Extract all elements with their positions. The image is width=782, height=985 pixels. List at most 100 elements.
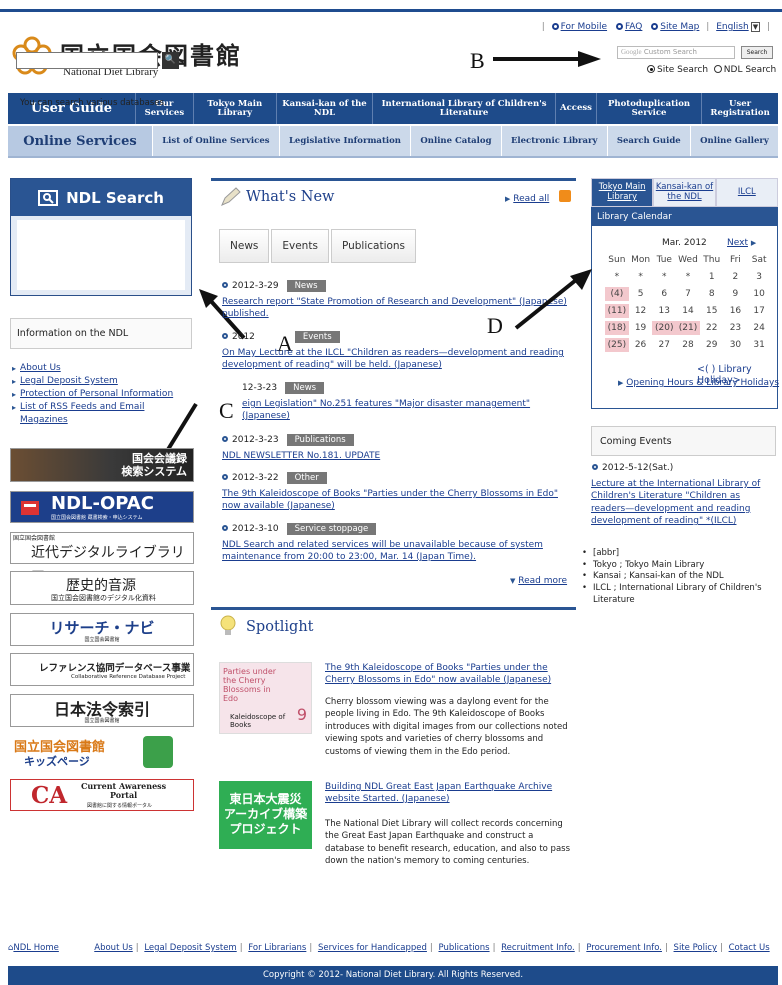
nav-search-guide[interactable]: Search Guide (608, 126, 691, 156)
read-all-link[interactable]: ▶ Read all (505, 194, 549, 204)
legal-deposit-link[interactable]: Legal Deposit System (20, 376, 118, 386)
news-link[interactable]: eign Legislation" No.251 features "Major… (222, 398, 572, 422)
read-all-label[interactable]: Read all (513, 194, 549, 204)
calendar-next-link[interactable]: Next ▶ (727, 238, 756, 248)
coming-event-link[interactable]: Lecture at the International Library of … (591, 478, 776, 528)
law-index-banner[interactable]: 日本法令索引 国立国会図書館 (10, 694, 194, 727)
calendar-day: 2 (732, 272, 739, 282)
bullet-icon (222, 474, 228, 480)
tab-ilcl[interactable]: ILCL (715, 178, 778, 207)
faq-link[interactable]: FAQ (625, 22, 642, 32)
coming-event-link-text[interactable]: Lecture at the International Library of … (591, 479, 760, 526)
calendar-day-header: Mon (631, 255, 651, 265)
read-more-link[interactable]: ▼ Read more (510, 576, 567, 586)
nav-user-registration[interactable]: User Registration (702, 93, 778, 124)
ndl-search-radio[interactable] (713, 65, 722, 73)
chevron-right-icon: ▶ (750, 239, 757, 247)
english-link[interactable]: English (716, 22, 749, 32)
nav-online-gallery[interactable]: Online Gallery (691, 126, 778, 156)
calendar-day-header: Tue (656, 255, 672, 265)
rss-icon[interactable] (559, 190, 571, 202)
calendar-tabs: Tokyo Main Library Kansai-kan of the NDL… (591, 178, 778, 207)
site-search-radio[interactable] (647, 65, 655, 73)
diet-record-banner[interactable]: 国会会議録 検索システム (10, 448, 194, 482)
site-search-button[interactable]: Search (741, 46, 773, 59)
news-link[interactable]: On May Lecture at the ILCL "Children as … (222, 347, 572, 371)
annotation-arrow-d (514, 269, 592, 330)
nav-kansai-kan[interactable]: Kansai-kan of the NDL (277, 93, 374, 124)
historical-audio-banner[interactable]: 歴史的音源 国立国会図書館のデジタル化資料 (10, 571, 194, 605)
site-search-input[interactable]: Google Custom Search (617, 46, 735, 59)
calendar-day: 28 (682, 340, 694, 350)
calendar-next-label[interactable]: Next (727, 238, 748, 248)
tab-publications[interactable]: Publications (330, 229, 417, 263)
news-link[interactable]: The 9th Kaleidoscope of Books "Parties u… (222, 488, 572, 512)
footer-recruitment-link[interactable]: Recruitment Info. (501, 943, 575, 953)
footer-publications-link[interactable]: Publications (439, 943, 490, 953)
rss-feeds-link[interactable]: List of RSS Feeds and Email Magazines (20, 402, 144, 425)
spotlight-link[interactable]: Building NDL Great East Japan Earthquake… (325, 781, 575, 805)
nav-electronic-library[interactable]: Electronic Library (502, 126, 608, 156)
tab-events[interactable]: Events (271, 229, 329, 263)
nav-tokyo-main-library[interactable]: Tokyo Main Library (194, 93, 277, 124)
news-link[interactable]: NDL Search and related services will be … (222, 539, 572, 563)
nav-access[interactable]: Access (556, 93, 597, 124)
ndl-search-inner (17, 220, 185, 290)
calendar-day: 16 (729, 306, 742, 316)
for-mobile-link[interactable]: For Mobile (561, 22, 607, 32)
footer-handicapped-link[interactable]: Services for Handicapped (318, 943, 427, 953)
site-map-link[interactable]: Site Map (660, 22, 699, 32)
kaleidoscope-image[interactable]: Parties under the Cherry Blossoms in Edo… (219, 662, 312, 734)
nav-list-online-services[interactable]: List of Online Services (153, 126, 280, 156)
nav-online-services[interactable]: Online Services (8, 126, 153, 156)
dropdown-icon[interactable]: ▼ (750, 22, 761, 32)
tab-news[interactable]: News (219, 229, 270, 263)
footer-about-link[interactable]: About Us (94, 943, 132, 953)
nav-photoduplication[interactable]: Photoduplication Service (597, 93, 703, 124)
read-more-label[interactable]: Read more (518, 576, 567, 586)
tab-tokyo-main-library[interactable]: Tokyo Main Library (591, 178, 654, 207)
secondary-nav: Online Services List of Online Services … (8, 126, 778, 158)
nav-ilcl[interactable]: International Library of Children's Lite… (373, 93, 556, 124)
reference-database-banner[interactable]: レファレンス協同データベース事業 Collaborative Reference… (10, 653, 194, 686)
footer-home-link[interactable]: NDL Home (13, 943, 58, 953)
list-item: Tokyo ; Tokyo Main Library (582, 560, 777, 572)
calendar-day: 3 (756, 272, 762, 282)
ndl-search-button[interactable]: 🔍 (162, 52, 179, 69)
opening-hours-link[interactable]: ▶ Opening Hours & Library Holidays (618, 378, 779, 388)
ndl-opac-banner[interactable]: NDL-OPAC 国立国会図書館 蔵書検索・申込システム (10, 491, 194, 523)
digital-library-banner[interactable]: 国立国会図書館 近代デジタルライブラリー (10, 532, 194, 581)
footer-contact-link[interactable]: Cotact Us (729, 943, 770, 953)
spotlight-link[interactable]: The 9th Kaleidoscope of Books "Parties u… (325, 662, 575, 686)
calendar-grid: Sun Mon Tue Wed Thu Fri Sat * * * * 1 2 3 (4) 5 6 7 8 9 10 (1… (605, 253, 771, 352)
earthquake-archive-image[interactable]: 東日本大震災 アーカイブ構築 プロジェクト (219, 781, 312, 849)
kids-page-banner[interactable]: 国立国会図書館 キッズページ (10, 734, 194, 771)
footer-procurement-link[interactable]: Procurement Info. (586, 943, 662, 953)
abbreviation-list: [abbr] Tokyo ; Tokyo Main Library Kansai… (582, 548, 777, 607)
about-us-link[interactable]: About Us (20, 363, 61, 373)
kaleidoscope-image-subcaption: Kaleidoscope of Books (230, 713, 286, 729)
book-icon (21, 501, 39, 515)
footer-librarians-link[interactable]: For Librarians (248, 943, 306, 953)
nav-legislative-information[interactable]: Legislative Information (280, 126, 412, 156)
opening-hours-label[interactable]: Opening Hours & Library Holidays (626, 378, 779, 388)
calendar-day-header: Sun (608, 255, 626, 265)
ndl-search-input[interactable] (16, 52, 158, 69)
calendar-day: 6 (661, 289, 668, 299)
news-link[interactable]: NDL NEWSLETTER No.181. UPDATE (222, 450, 572, 462)
kaleidoscope-image-caption: Parties under the Cherry Blossoms in Edo (223, 667, 277, 703)
coming-event-date-text: 2012-5-12(Sat.) (602, 463, 674, 473)
news-badge: Service stoppage (286, 523, 377, 535)
footer-legal-deposit-link[interactable]: Legal Deposit System (144, 943, 236, 953)
top-links: | For Mobile FAQ Site Map | English ▼ | (541, 22, 770, 32)
calendar-day: 8 (708, 289, 715, 299)
bullet-icon (222, 333, 228, 339)
research-navi-banner[interactable]: リサーチ・ナビ 国立国会図書館 (10, 613, 194, 646)
current-awareness-banner[interactable]: CA Current Awareness Portal 図書館に関する情報ポータ… (10, 779, 194, 811)
calendar-day-header: Thu (703, 255, 721, 265)
tab-kansai-kan[interactable]: Kansai-kan of the NDL (653, 178, 716, 207)
nav-online-catalog[interactable]: Online Catalog (411, 126, 502, 156)
search-scope-radios: Site Search NDL Search (647, 65, 776, 75)
footer-site-policy-link[interactable]: Site Policy (674, 943, 717, 953)
whats-new-tabs: News Events Publications (219, 229, 417, 263)
